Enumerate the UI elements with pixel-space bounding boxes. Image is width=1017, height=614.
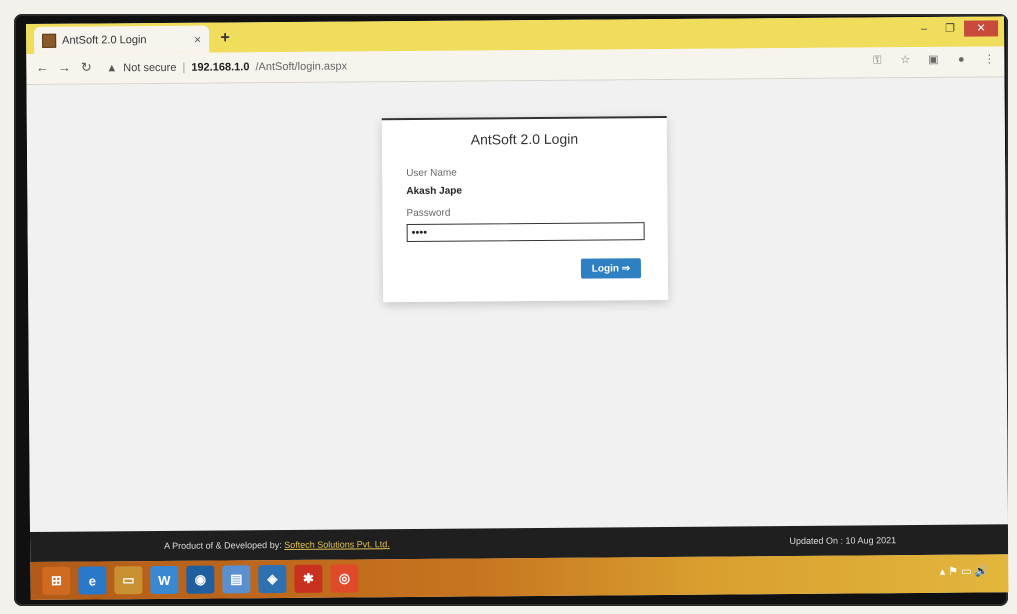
close-button[interactable]: ✕ (964, 20, 999, 37)
toolbar-icons: ⚿ ☆ ▣ ● ⋮ (870, 52, 996, 67)
new-tab-button[interactable]: + (216, 29, 234, 47)
extension-icon[interactable]: ▣ (926, 53, 940, 67)
footer-credit-text: A Product of & Developed by: (164, 540, 282, 551)
back-icon[interactable]: ← (34, 60, 50, 76)
login-button[interactable]: Login ⇒ (580, 258, 642, 279)
url-field[interactable]: ▲ Not secure | 192.168.1.0/AntSoft/login… (106, 52, 886, 78)
url-host: 192.168.1.0 (191, 61, 250, 74)
favicon-icon (42, 33, 57, 48)
password-label: Password (406, 207, 451, 220)
security-label: Not secure (123, 61, 177, 75)
url-path: /AntSoft/login.aspx (255, 60, 348, 74)
password-input[interactable] (406, 222, 645, 243)
screen: AntSoft 2.0 Login × + – ❐ ✕ ← → ↻ ▲ Not … (26, 16, 1009, 600)
media-player-icon[interactable]: ◉ (186, 565, 215, 594)
url-separator: | (182, 61, 186, 74)
file-explorer-icon[interactable]: ▭ (114, 566, 143, 595)
profile-icon[interactable]: ● (954, 53, 968, 67)
system-tray[interactable]: ▴ ⚑ ▭ 🔊 (940, 564, 989, 577)
start-icon[interactable]: ⊞ (42, 566, 71, 595)
minimize-button[interactable]: – (912, 21, 936, 37)
tab-title: AntSoft 2.0 Login (62, 33, 147, 47)
footer-company-link[interactable]: Softech Solutions Pvt. Ltd. (284, 539, 390, 550)
word-icon[interactable]: W (150, 565, 179, 595)
chrome-icon[interactable]: ◎ (330, 564, 359, 593)
footer-credit: A Product of & Developed by: Softech Sol… (164, 539, 390, 551)
windows-taskbar: ⊞ e ▭ W ◉ ▤ ◈ ✱ ◎ ▴ ⚑ ▭ 🔊 (30, 554, 1009, 600)
tools-icon[interactable]: ✱ (294, 564, 323, 593)
browser-tab[interactable]: AntSoft 2.0 Login × (34, 25, 210, 54)
document-icon[interactable]: ▤ (222, 565, 251, 594)
maximize-button[interactable]: ❐ (938, 21, 962, 37)
footer-updated: Updated On : 10 Aug 2021 (789, 535, 897, 547)
page-content: AntSoft 2.0 Login User Name Akash Jape P… (26, 77, 1008, 532)
network-icon[interactable]: ◈ (258, 564, 287, 594)
tab-close-icon[interactable]: × (194, 32, 201, 46)
internet-explorer-icon[interactable]: e (78, 566, 107, 595)
key-icon[interactable]: ⚿ (870, 53, 884, 67)
warning-icon: ▲ (106, 62, 118, 75)
reload-icon[interactable]: ↻ (78, 59, 94, 75)
menu-icon[interactable]: ⋮ (982, 52, 996, 66)
forward-icon[interactable]: → (56, 60, 72, 76)
star-icon[interactable]: ☆ (898, 53, 912, 67)
user-name-label: User Name (406, 167, 457, 180)
user-name-value: Akash Jape (406, 185, 462, 198)
window-controls: – ❐ ✕ (912, 20, 999, 37)
login-card: AntSoft 2.0 Login User Name Akash Jape P… (381, 115, 669, 303)
login-title: AntSoft 2.0 Login (470, 130, 579, 148)
